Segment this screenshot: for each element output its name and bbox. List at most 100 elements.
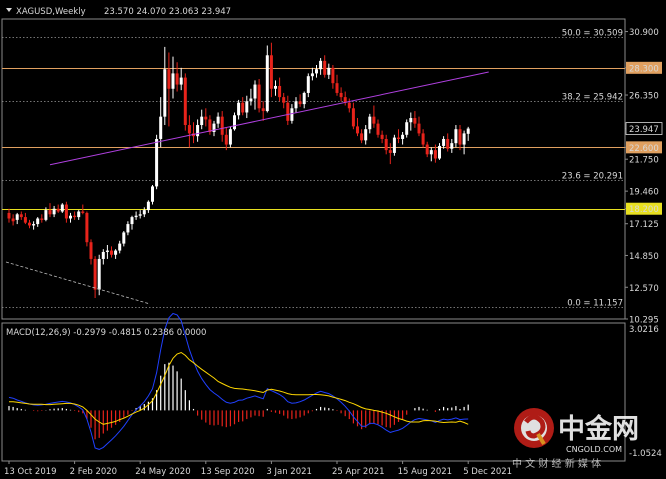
candle-bull-body (97, 258, 101, 290)
watermark-brand: 中金网 (558, 413, 639, 445)
candle-bull-body (155, 138, 159, 187)
time-axis-label: 25 Apr 2021 (332, 467, 385, 477)
candle-bull-body (114, 250, 118, 255)
candle-bull-body (454, 129, 458, 144)
candle-bull-body (319, 60, 323, 70)
candle-bull-body (368, 116, 372, 130)
candle-bear-body (269, 55, 273, 89)
candle-bear-body (397, 137, 400, 139)
candle-bull-body (409, 118, 413, 123)
candle-bull-body (249, 98, 253, 102)
price-axis-label: 17.125 (629, 220, 659, 230)
candle-bear-body (433, 150, 437, 159)
candle-bull-body (429, 150, 433, 155)
candle-bear-body (73, 215, 77, 218)
price-axis-label: 12.570 (629, 284, 659, 294)
candle-bear-body (261, 108, 265, 112)
candle-bull-body (105, 250, 109, 252)
price-axis-label: 26.350 (629, 92, 659, 102)
watermark-domain: CNGOLD.COM (566, 445, 622, 454)
time-axis-label: 15 Aug 2021 (398, 467, 452, 477)
candle-bull-body (265, 55, 269, 112)
candle-bear-body (224, 134, 228, 145)
candle-bear-body (220, 116, 224, 135)
candle-bear-body (339, 92, 343, 98)
candle-bear-body (81, 211, 85, 213)
candle-bear-body (7, 212, 11, 219)
candle-bear-body (56, 208, 60, 212)
candle-bear-body (40, 218, 44, 220)
candle-bear-body (421, 133, 425, 145)
candle-bull-body (69, 215, 72, 219)
candle-bull-body (294, 101, 298, 109)
candle-bull-body (77, 211, 81, 218)
cngold-logo-icon (514, 408, 554, 448)
candle-bull-body (134, 215, 138, 218)
candle-bear-body (356, 126, 359, 134)
candle-bear-body (241, 102, 245, 113)
candle-bull-body (364, 129, 368, 141)
candle-bull-body (151, 186, 154, 202)
candle-bull-body (438, 145, 441, 159)
price-axis-label: 21.750 (629, 156, 659, 166)
candle-bull-body (171, 73, 175, 89)
candle-bear-body (376, 123, 380, 135)
chart-canvas[interactable]: 50.0 = 30.509 38.2 = 25.942 23.6 = 20.291 0… (0, 0, 666, 479)
candle-bear-body (89, 242, 93, 259)
candle-bull-body (196, 125, 200, 137)
time-axis-label: 24 May 2020 (135, 467, 190, 477)
symbol-timeframe-label: XAGUSD,Weekly (16, 7, 86, 17)
candle-bull-body (60, 204, 64, 212)
candle-bear-body (28, 222, 31, 226)
candle-bear-body (167, 69, 171, 89)
candle-bear-body (257, 84, 261, 109)
price-axis-label: 10.295 (629, 316, 659, 326)
candle-bull-body (146, 201, 150, 211)
candle-bull-body (138, 214, 142, 216)
candle-bull-body (142, 210, 146, 215)
candle-bull-body (179, 77, 183, 85)
candle-bear-body (372, 116, 376, 124)
candle-bull-body (122, 232, 126, 244)
candle-bear-body (183, 77, 187, 126)
price-axis-label: 19.460 (629, 188, 659, 198)
watermark-tagline: 中 文 财 经 新 媒 体 (512, 457, 601, 470)
candle-bull-body (200, 116, 204, 126)
candle-bear-body (384, 138, 388, 151)
candle-bull-body (15, 214, 19, 220)
candle-bear-body (351, 108, 355, 127)
candle-bull-body (253, 84, 257, 99)
price-level-tag-label: 22.600 (629, 144, 659, 154)
candle-bull-body (159, 116, 163, 139)
fibonacci-level-label: 23.6 = 20.291 (562, 172, 623, 182)
candle-bull-body (442, 138, 446, 146)
candle-bull-body (302, 92, 306, 105)
candle-bear-body (446, 138, 450, 149)
candle-bull-body (401, 134, 405, 139)
candle-bull-body (245, 101, 249, 113)
candle-bear-body (282, 97, 286, 103)
price-axis-label: 14.850 (629, 252, 659, 262)
candle-bear-body (298, 101, 302, 105)
candle-bull-body (216, 116, 220, 124)
ohlc-readout: 23.570 24.070 23.063 23.947 (104, 7, 231, 17)
candle-bear-body (64, 204, 68, 219)
candle-bear-body (360, 133, 364, 141)
candle-bull-body (466, 128, 470, 134)
candle-bull-body (52, 208, 56, 215)
time-axis-label: 2 Feb 2020 (70, 467, 118, 477)
candle-bull-body (274, 85, 277, 89)
current-price-label: 23.947 (629, 125, 659, 135)
candle-bull-body (315, 69, 318, 74)
candle-bull-body (405, 122, 409, 135)
candle-bull-body (392, 137, 396, 153)
candle-bull-body (228, 129, 232, 145)
candle-bear-body (286, 102, 290, 121)
candle-bear-body (425, 144, 429, 155)
candle-bear-body (204, 116, 208, 120)
candle-bull-body (306, 76, 310, 93)
fibonacci-level-label: 38.2 = 25.942 (562, 93, 623, 103)
candle-bull-body (126, 224, 130, 233)
time-axis-label: 13 Sep 2020 (201, 467, 255, 477)
candle-bull-body (44, 210, 48, 220)
